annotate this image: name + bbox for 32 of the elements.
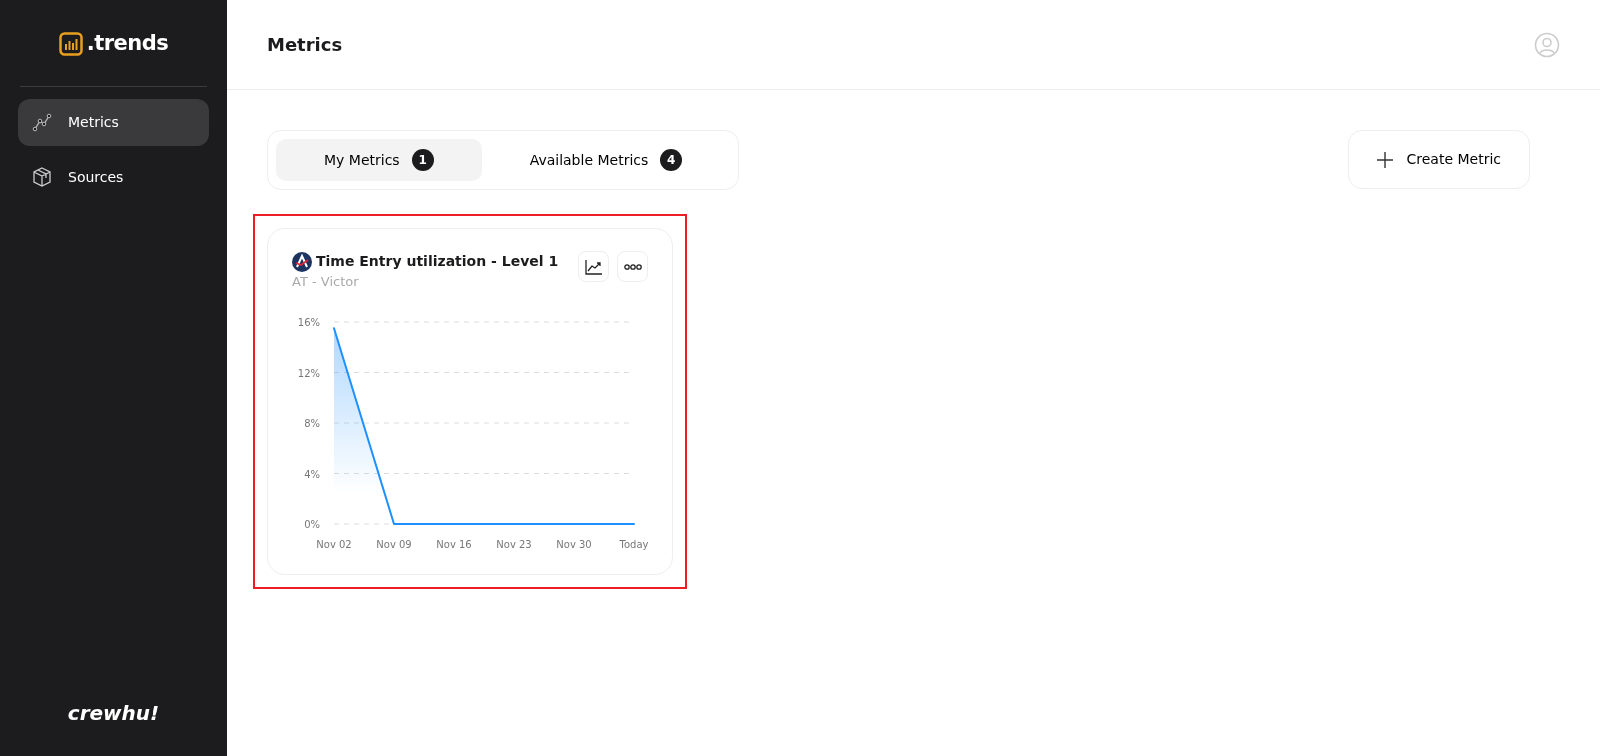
axis-label: Nov 16: [436, 538, 472, 550]
box-icon: [32, 167, 52, 187]
axis-label: Nov 23: [496, 538, 532, 550]
bar-chart-icon: [58, 31, 83, 56]
sidebar-item[interactable]: Sources: [18, 153, 209, 201]
page-title: Metrics: [267, 33, 343, 57]
more-button[interactable]: [617, 251, 648, 282]
plus-icon: [1376, 151, 1393, 168]
axis-label: 4%: [304, 468, 320, 479]
axis-label: Nov 09: [376, 538, 412, 550]
card-title: Time Entry utilization - Level 1: [316, 252, 559, 271]
tab[interactable]: Available Metrics 4: [481, 139, 731, 181]
axis-label: Nov 02: [316, 538, 352, 550]
line-chart-icon: [32, 112, 52, 132]
count-badge: 4: [660, 149, 683, 171]
axis-label: 16%: [297, 316, 320, 328]
axis-label: Nov 30: [556, 538, 592, 550]
axis-label: Today: [619, 538, 649, 550]
logo-text: .trends: [86, 30, 169, 57]
line-chart-icon: [584, 258, 603, 275]
axis-label: 12%: [297, 367, 320, 378]
sidebar-item[interactable]: Metrics: [18, 98, 209, 146]
chart-button[interactable]: [578, 251, 609, 282]
create-metric-button[interactable]: Create Metric: [1347, 130, 1530, 189]
source-logo-icon: [292, 251, 312, 272]
brand-logo: crewhu!: [67, 701, 160, 725]
card-subtitle: AT - Victor: [292, 273, 360, 291]
count-badge: 1: [411, 149, 434, 171]
axis-label: 0%: [304, 518, 320, 530]
axis-label: 8%: [304, 417, 320, 429]
more-icon: [623, 263, 642, 270]
tab[interactable]: My Metrics 1: [276, 139, 482, 181]
